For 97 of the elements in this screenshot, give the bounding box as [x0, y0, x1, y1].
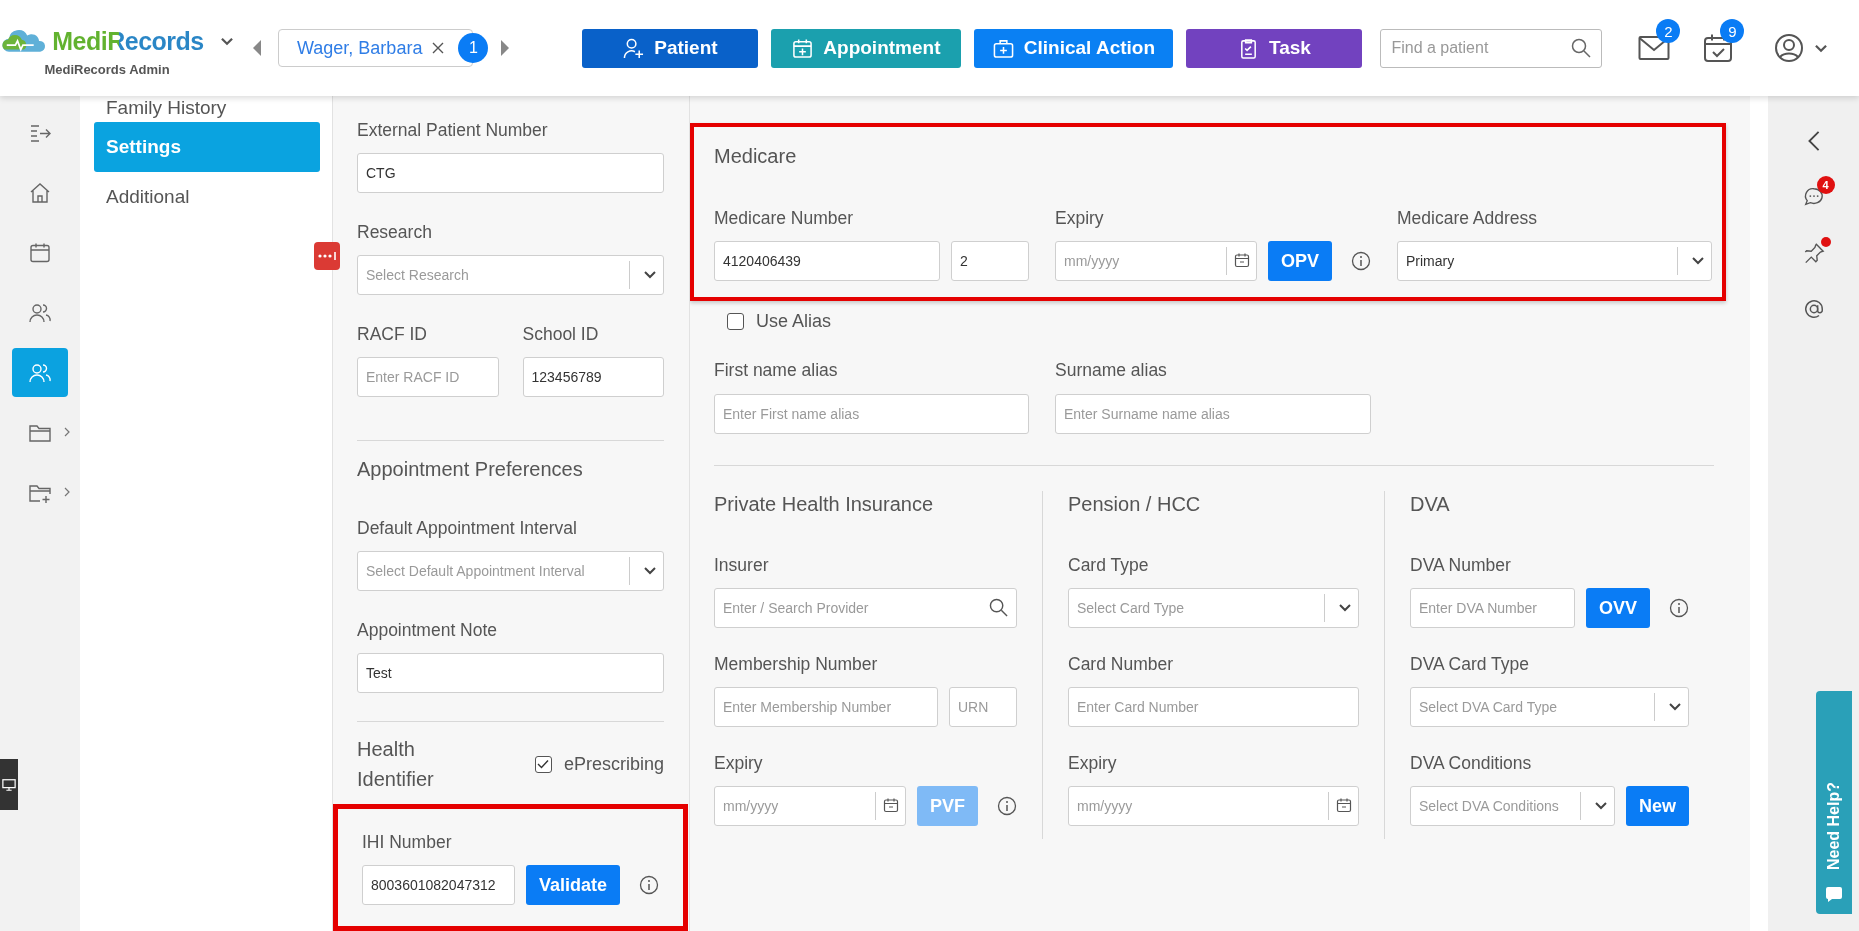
- field-label: External Patient Number: [357, 119, 549, 141]
- select-dropdown[interactable]: Primary: [1397, 241, 1712, 281]
- input-field[interactable]: Enter DVA Number: [1410, 588, 1575, 628]
- account-name: MediRecords Admin: [44, 62, 170, 77]
- field-label: Medicare Address: [1397, 207, 1539, 229]
- field-label: First name alias: [714, 359, 839, 381]
- field-label: DVA Number: [1410, 554, 1512, 576]
- select-dropdown[interactable]: Select Default Appointment Interval: [357, 551, 664, 591]
- chevron-down-icon[interactable]: [1814, 43, 1829, 53]
- section-title: DVA: [1410, 492, 1451, 517]
- chevron-right-icon: [64, 427, 70, 437]
- field-label: Card Number: [1068, 653, 1175, 675]
- search-field[interactable]: Find a patient: [1380, 28, 1603, 68]
- next-arrow-icon[interactable]: [500, 39, 511, 57]
- section-title: Medicare: [714, 144, 798, 169]
- field-label: DVA Card Type: [1410, 653, 1530, 675]
- input-field[interactable]: Enter Surname name alias: [1055, 394, 1371, 434]
- search-icon: [989, 598, 1008, 617]
- action-button[interactable]: OVV: [1586, 588, 1650, 628]
- select-dropdown[interactable]: Select Research: [357, 255, 664, 295]
- verify-button[interactable]: OPV: [1268, 241, 1332, 281]
- info-icon[interactable]: [639, 875, 659, 895]
- help-tab[interactable]: Need Help?: [1816, 691, 1852, 914]
- checkbox-label: Use Alias: [756, 311, 832, 332]
- chat-bubble-icon: [1824, 884, 1844, 904]
- at-sign-icon[interactable]: [1802, 298, 1825, 320]
- field-label: School ID: [522, 323, 600, 345]
- more-button[interactable]: [314, 242, 340, 270]
- section-title: Private Health Insurance: [714, 492, 934, 517]
- field-label: Appointment Note: [357, 619, 499, 641]
- select-dropdown[interactable]: Select Card Type: [1068, 588, 1359, 628]
- input-field[interactable]: 4120406439: [714, 241, 940, 281]
- count-badge: 9: [1720, 19, 1745, 43]
- field-label: Expiry: [714, 752, 764, 774]
- patient-name[interactable]: Wager, Barbara: [297, 37, 423, 59]
- screen-tab[interactable]: [0, 759, 18, 810]
- input-field[interactable]: Enter First name alias: [714, 394, 1029, 434]
- count-badge: 2: [1656, 19, 1681, 43]
- input-field[interactable]: Enter Membership Number: [714, 687, 938, 727]
- section-title: Pension / HCC: [1068, 492, 1202, 517]
- field-label: Card Type: [1068, 554, 1150, 576]
- input-field[interactable]: 2: [951, 241, 1029, 281]
- info-icon[interactable]: [1669, 598, 1689, 618]
- input-field[interactable]: Enter RACF ID: [357, 357, 499, 397]
- section-menu-item[interactable]: Additional: [94, 172, 320, 222]
- action-button[interactable]: Appointment: [771, 28, 962, 68]
- chevron-right-icon: [64, 487, 70, 497]
- field-label: Default Appointment Interval: [357, 517, 578, 539]
- date-field[interactable]: mm/yyyy: [1068, 786, 1359, 826]
- chevron-down-icon[interactable]: [219, 37, 234, 46]
- date-field[interactable]: mm/yyyy: [1055, 241, 1257, 281]
- field-label: RACF ID: [357, 323, 428, 345]
- action-button[interactable]: Clinical Action: [974, 28, 1174, 68]
- input-field[interactable]: URN: [949, 687, 1017, 727]
- info-icon[interactable]: [1351, 251, 1371, 271]
- action-button[interactable]: Patient: [582, 28, 759, 68]
- user-avatar-icon[interactable]: [1774, 33, 1805, 63]
- section-title: Appointment Preferences: [357, 457, 584, 482]
- checkmark-icon: [537, 759, 550, 769]
- checkbox-label: ePrescribing: [563, 753, 664, 775]
- pin-icon[interactable]: [1802, 242, 1825, 264]
- field-label: Membership Number: [714, 653, 879, 675]
- field-label: Expiry: [1055, 207, 1105, 229]
- input-field[interactable]: 123456789: [522, 357, 664, 397]
- field-label: Surname alias: [1055, 359, 1168, 381]
- select-dropdown[interactable]: Select DVA Card Type: [1410, 687, 1689, 727]
- field-label: Medicare Number: [714, 207, 855, 229]
- validate-button[interactable]: Validate: [525, 865, 620, 905]
- calendar-plus-icon: [792, 37, 814, 59]
- input-field[interactable]: Enter Card Number: [1068, 687, 1359, 727]
- field-label: IHI Number: [362, 831, 453, 853]
- section-menu-item[interactable]: Family History: [94, 96, 320, 120]
- person-plus-icon: [623, 37, 645, 59]
- field-label: Research: [357, 221, 433, 243]
- action-button[interactable]: Task: [1186, 28, 1363, 68]
- input-field[interactable]: 8003601082047312: [362, 865, 515, 905]
- count-badge: 1: [458, 33, 489, 63]
- search-field[interactable]: Enter / Search Provider: [714, 588, 1017, 628]
- monitor-icon: [2, 777, 16, 792]
- close-icon[interactable]: [432, 42, 445, 54]
- section-title: Health Identifier: [357, 737, 435, 792]
- count-badge: 4: [1816, 176, 1835, 194]
- field-label: DVA Conditions: [1410, 752, 1533, 774]
- action-button[interactable]: New: [1626, 786, 1689, 826]
- field-label: Expiry: [1068, 752, 1118, 774]
- medical-kit-icon: [992, 37, 1014, 59]
- select-dropdown[interactable]: Select DVA Conditions: [1410, 786, 1615, 826]
- info-icon[interactable]: [997, 796, 1017, 816]
- field-label: Insurer: [714, 554, 770, 576]
- checkbox[interactable]: [534, 755, 552, 773]
- search-icon: [1571, 37, 1592, 58]
- checkbox[interactable]: [727, 313, 744, 330]
- input-field[interactable]: Test: [357, 653, 664, 693]
- previous-arrow-icon[interactable]: [252, 39, 262, 57]
- ellipsis-icon: [317, 251, 337, 261]
- date-field[interactable]: mm/yyyy: [714, 786, 906, 826]
- input-field[interactable]: CTG: [357, 153, 664, 193]
